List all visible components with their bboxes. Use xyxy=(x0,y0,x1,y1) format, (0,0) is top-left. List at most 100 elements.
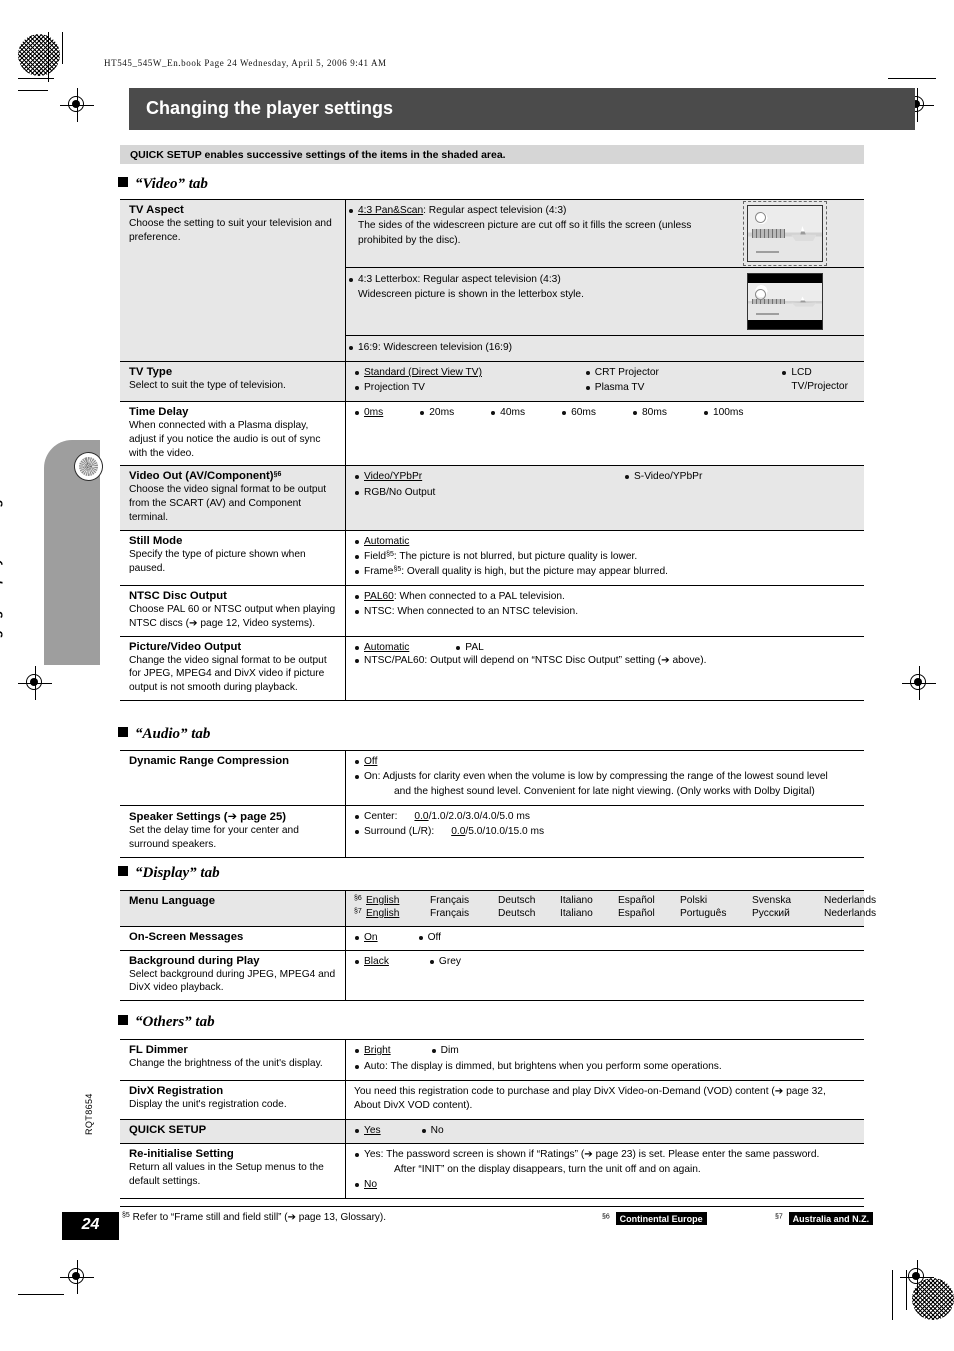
s3-r0-inline-options: Bright Dim xyxy=(354,1044,858,1058)
s0-r1-label-cell: TV Type Select to suit the type of televi… xyxy=(120,361,346,402)
s0-r2-option-3[interactable]: 60ms xyxy=(561,406,596,420)
s0-r4-item-2[interactable]: Frame§5: Overall quality is high, but th… xyxy=(354,565,858,579)
s0-r3-option-0-0[interactable]: Video/YPbPr xyxy=(354,470,624,484)
s0-r0-subrow-0-line-2: prohibited by the disc). xyxy=(348,234,739,248)
s0-r0-subrow-0-line-0[interactable]: 4:3 Pan&Scan: Regular aspect television … xyxy=(348,204,739,218)
s2-r0-language-1-7[interactable]: Nederlands xyxy=(824,908,900,919)
s0-r1-option-2-0[interactable]: LCD TV/Projector xyxy=(781,366,858,393)
s1-r1-item-1[interactable]: Surround (L/R): 0.0/5.0/10.0/15.0 ms xyxy=(354,825,858,839)
s0-r3-option-0-0-label: Video/YPbPr xyxy=(364,471,423,483)
s2-r2-option-0[interactable]: Black xyxy=(354,955,389,969)
s2-r0-language-0-1[interactable]: Français xyxy=(430,895,498,906)
s3-r0-label-title: FL Dimmer xyxy=(129,1044,188,1056)
s3-r3-item-0[interactable]: Yes: The password screen is shown if “Ra… xyxy=(354,1148,858,1162)
s2-r0-value-cell: §6 English Français Deutsch Italiano Español P… xyxy=(345,890,876,927)
s0-r1-option-columns: Standard (Direct View TV) Projection TV CR… xyxy=(354,366,858,396)
s0-r1-option-column-2-list: LCD TV/Projector xyxy=(781,366,858,393)
page-title: Changing the player settings xyxy=(146,98,394,118)
s0-r4-option-list: Automatic Field§5: The picture is not blu… xyxy=(354,535,858,579)
s0-r2-option-4[interactable]: 80ms xyxy=(632,406,667,420)
s2-r0-language-0-4[interactable]: Español xyxy=(618,895,680,906)
s3-r0-option-1[interactable]: Dim xyxy=(431,1044,459,1058)
s0-r2-option-5[interactable]: 100ms xyxy=(703,406,744,420)
s2-r2-label-cell: Background during Play Select background … xyxy=(120,949,346,1001)
settings-row-0-6: Picture/Video Output Change the video sig… xyxy=(120,635,864,701)
s2-r0-language-1-4[interactable]: Español xyxy=(618,908,680,919)
s0-r1-option-0-1[interactable]: Projection TV xyxy=(354,381,585,395)
s0-r4-item-2-desc: : Overall quality is high, but the pictu… xyxy=(401,565,668,577)
s0-r2-option-3-label: 60ms xyxy=(571,407,597,419)
s2-r2-option-1[interactable]: Grey xyxy=(429,955,461,969)
crop-line-tl-v xyxy=(48,32,49,82)
s1-r1-item-0[interactable]: Center: 0.0/1.0/2.0/3.0/4.0/5.0 ms xyxy=(354,810,858,824)
s2-r0-language-0-5[interactable]: Polski xyxy=(680,895,752,906)
s0-r0-subrow-1-line-0[interactable]: 4:3 Letterbox: Regular aspect television… xyxy=(348,273,739,287)
s0-r1-option-1-0-label: CRT Projector xyxy=(594,367,659,379)
s1-r0-item-0[interactable]: Off xyxy=(354,755,858,769)
s2-r0-language-1-0[interactable]: English xyxy=(366,908,430,919)
s2-r1-inline-options: On Off xyxy=(354,931,858,945)
s0-r0-subrow-1-line-0-text: 4:3 Letterbox: Regular aspect television… xyxy=(358,274,561,285)
document-code: RQT8654 xyxy=(84,1093,94,1135)
scene-boat xyxy=(791,296,817,307)
s0-r6-option-1[interactable]: PAL xyxy=(455,641,484,655)
s2-r1-option-0[interactable]: On xyxy=(354,931,378,945)
settings-row-1-1: Speaker Settings (➔ page 25) Set the dela… xyxy=(120,805,864,858)
s3-r0-option-0[interactable]: Bright xyxy=(354,1044,391,1058)
s3-r3-value-cell: Yes: The password screen is shown if “Ra… xyxy=(345,1142,864,1199)
s3-r0-after-item-0[interactable]: Auto: The display is dimmed, but brighte… xyxy=(354,1060,858,1074)
s3-r2-option-1[interactable]: No xyxy=(421,1124,444,1138)
s0-r6-option-0[interactable]: Automatic xyxy=(354,641,409,655)
s2-r0-language-0-7[interactable]: Nederlands xyxy=(824,895,900,906)
s2-r2-label-desc: Select background during JPEG, MPEG4 and… xyxy=(129,968,336,994)
s3-r1-paragraph-1: About DivX VOD content). xyxy=(354,1100,473,1112)
s1-r0-item-0-label: Off xyxy=(364,756,378,767)
s2-r0-language-1-5[interactable]: Português xyxy=(680,908,752,919)
s2-r2-option-0-label: Black xyxy=(364,955,389,967)
s2-r0-language-0-5-label: Polski xyxy=(680,895,708,906)
s0-r5-item-1[interactable]: NTSC: When connected to an NTSC televisi… xyxy=(354,605,858,619)
s3-r2-option-0-label: Yes xyxy=(364,1125,381,1137)
halftone-dot-top-left xyxy=(18,34,60,76)
s0-r4-item-0[interactable]: Automatic xyxy=(354,535,858,549)
s0-r3-option-0-1[interactable]: RGB/No Output xyxy=(354,486,624,500)
s0-r2-option-2[interactable]: 40ms xyxy=(490,406,525,420)
s2-r0-language-1-6[interactable]: Русский xyxy=(752,908,824,919)
s0-r0-subrow-2-text: 16:9: Widescreen television (16:9) xyxy=(346,336,743,362)
s0-r1-option-0-0[interactable]: Standard (Direct View TV) xyxy=(354,366,585,380)
s0-r1-label-title: TV Type xyxy=(129,366,173,379)
s2-r0-language-1-2-label: Deutsch xyxy=(498,908,536,919)
s0-r1-option-1-1[interactable]: Plasma TV xyxy=(585,381,782,395)
s0-r1-option-column-0: Standard (Direct View TV) Projection TV xyxy=(354,366,585,396)
s2-r1-option-1[interactable]: Off xyxy=(418,931,441,945)
s0-r0-subrow-2: 16:9: Widescreen television (16:9) xyxy=(346,335,864,362)
s2-r0-language-0-6[interactable]: Svenska xyxy=(752,895,824,906)
settings-row-3-3: Re-initialise Setting Return all values i… xyxy=(120,1142,864,1199)
section-bullet-square-icon xyxy=(118,727,128,737)
crop-line-br-v xyxy=(892,1270,893,1320)
s0-r4-item-1[interactable]: Field§5: The picture is not blurred, but… xyxy=(354,550,858,564)
s0-r5-item-0[interactable]: PAL60: When connected to a PAL televisio… xyxy=(354,590,858,604)
s3-r2-option-0[interactable]: Yes xyxy=(354,1124,381,1138)
s2-r0-language-1-2[interactable]: Deutsch xyxy=(498,908,560,919)
s0-r0-subrow-1-list: 4:3 Letterbox: Regular aspect television… xyxy=(348,273,739,302)
s2-r0-label-cell: Menu Language xyxy=(120,890,346,927)
settings-row-2-1: On-Screen Messages On Off xyxy=(120,926,864,951)
s2-r0-language-0-3[interactable]: Italiano xyxy=(560,895,618,906)
s0-r0-subrow-0-line-1: The sides of the widescreen picture are … xyxy=(348,219,739,233)
s2-r0-language-1-3[interactable]: Italiano xyxy=(560,908,618,919)
s2-r0-language-0-2[interactable]: Deutsch xyxy=(498,895,560,906)
s1-r0-item-1[interactable]: On: Adjusts for clarity even when the vo… xyxy=(354,770,858,784)
s0-r2-option-1[interactable]: 20ms xyxy=(419,406,454,420)
s2-r0-language-1-1[interactable]: Français xyxy=(430,908,498,919)
s0-r1-option-1-0[interactable]: CRT Projector xyxy=(585,366,782,380)
s0-r6-label-cell: Picture/Video Output Change the video sig… xyxy=(120,635,346,701)
s0-r6-after-item-0[interactable]: NTSC/PAL60: Output will depend on “NTSC … xyxy=(354,654,858,668)
s3-r3-item-2[interactable]: No xyxy=(354,1178,858,1192)
s0-r0-subrow-2-line-0[interactable]: 16:9: Widescreen television (16:9) xyxy=(348,341,739,355)
s0-r0-label-desc: Choose the setting to suit your televisi… xyxy=(129,218,332,243)
s2-r0-language-0-0[interactable]: English xyxy=(366,895,430,906)
s0-r3-label-sup: §6 xyxy=(273,471,282,479)
s0-r2-option-0[interactable]: 0ms xyxy=(354,406,383,420)
s0-r3-option-1-0[interactable]: S-Video/YPbPr xyxy=(624,470,854,484)
